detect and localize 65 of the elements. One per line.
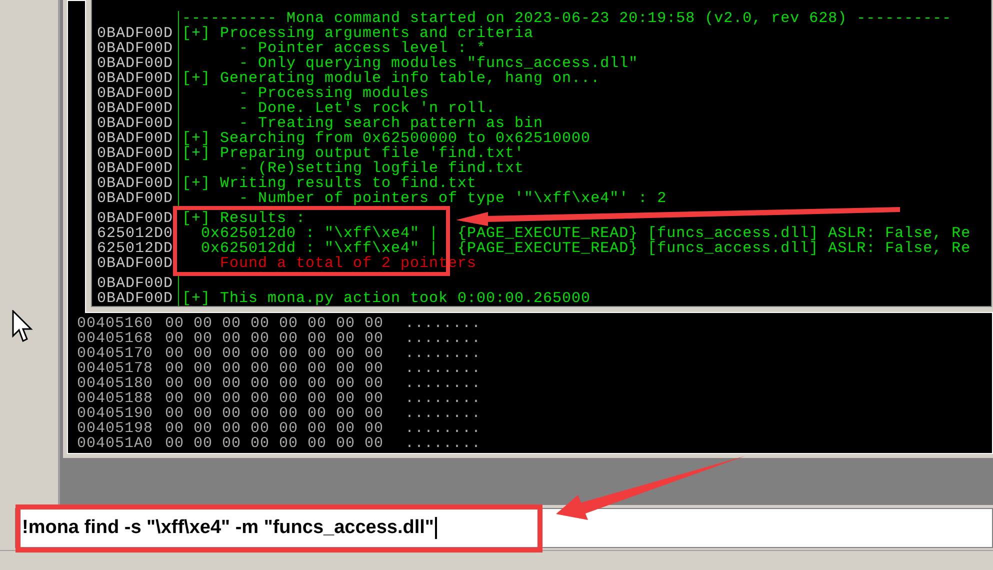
- log-address: 0BADF00D: [91, 291, 179, 306]
- log-address: 0BADF00D: [91, 176, 179, 191]
- log-message: ---------- Mona command started on 2023-06-23 20:19:58 (v2.0, rev 628) ----------: [181, 11, 952, 26]
- log-message: [+] Results :: [181, 211, 306, 226]
- log-message: - Treating search pattern as bin: [239, 116, 544, 131]
- dump-address: 00405188: [77, 391, 154, 406]
- dump-hex-bytes: 00 00 00 00 00 00 00 00: [165, 391, 385, 406]
- dump-address: 00405168: [77, 331, 154, 346]
- log-address: 0BADF00D: [91, 26, 179, 41]
- command-field[interactable]: !mona find -s "\xff\xe4" -m "funcs_access.dll": [15, 508, 993, 548]
- dump-ascii: ........: [405, 406, 482, 421]
- log-address: 0BADF00D: [91, 101, 179, 116]
- log-message: [+] Generating module info table, hang on...: [181, 71, 600, 86]
- dump-ascii: ........: [405, 436, 482, 451]
- log-address: 0BADF00D: [91, 71, 179, 86]
- dump-address: 00405180: [77, 376, 154, 391]
- log-message: [+] Searching from 0x62500000 to 0x62510000: [181, 131, 591, 146]
- log-message: - Pointer access level : *: [239, 41, 486, 56]
- log-address: 0BADF00D: [91, 131, 179, 146]
- log-message: [+] Processing arguments and criteria: [181, 26, 534, 41]
- dump-ascii: ........: [405, 421, 482, 436]
- log-address: 0BADF00D: [91, 276, 179, 291]
- log-message: [+] This mona.py action took 0:00:00.265000: [181, 291, 591, 306]
- dump-address: 00405178: [77, 361, 154, 376]
- log-address: 0BADF00D: [91, 146, 179, 161]
- dump-ascii: ........: [405, 346, 482, 361]
- log-address: 0BADF00D: [96, 211, 174, 226]
- log-message: - Number of pointers of type '"\xff\xe4"' : 2: [239, 191, 667, 206]
- log-message: 0x625012d0 : "\xff\xe4" | {PAGE_EXECUTE_READ} [funcs_access.dll] ASLR: False, Re: [201, 226, 971, 241]
- dump-hex-bytes: 00 00 00 00 00 00 00 00: [165, 421, 385, 436]
- log-address: 0BADF00D: [91, 41, 179, 56]
- dump-hex-bytes: 00 00 00 00 00 00 00 00: [165, 346, 385, 361]
- dump-hex-bytes: 00 00 00 00 00 00 00 00: [165, 316, 385, 331]
- dump-address: 00405190: [77, 406, 154, 421]
- dump-address: 00405170: [77, 346, 154, 361]
- log-message: 0x625012dd : "\xff\xe4" | {PAGE_EXECUTE_READ} [funcs_access.dll] ASLR: False, Re: [200, 241, 971, 256]
- dump-hex-bytes: 00 00 00 00 00 00 00 00: [165, 436, 385, 451]
- log-address: 0BADF00D: [96, 256, 174, 271]
- dump-ascii: ........: [405, 316, 482, 331]
- log-message: [+] Writing results to find.txt: [181, 176, 477, 191]
- dump-ascii: ........: [405, 376, 482, 391]
- dump-ascii: ........: [405, 361, 482, 376]
- dump-hex-bytes: 00 00 00 00 00 00 00 00: [165, 361, 385, 376]
- log-address: 0BADF00D: [91, 56, 179, 71]
- log-address: 0BADF00D: [91, 161, 179, 176]
- log-address: 0BADF00D: [91, 191, 179, 206]
- mouse-pointer-icon: [12, 310, 34, 344]
- log-address: 0BADF00D: [91, 86, 179, 101]
- dump-ascii: ........: [405, 391, 482, 406]
- log-message: - Only querying modules "funcs_access.dll": [239, 56, 638, 71]
- log-message: [+] Preparing output file 'find.txt': [181, 146, 524, 161]
- log-message: - (Re)setting logfile find.txt: [239, 161, 524, 176]
- dump-address: 004051A0: [77, 436, 154, 451]
- log-message: - Done. Let's rock 'n roll.: [238, 101, 496, 116]
- dump-address: 00405160: [77, 316, 154, 331]
- log-address: 0BADF00D: [91, 116, 179, 131]
- dump-hex-bytes: 00 00 00 00 00 00 00 00: [165, 376, 385, 391]
- dump-hex-bytes: 00 00 00 00 00 00 00 00: [165, 406, 385, 421]
- log-message: - Processing modules: [239, 86, 430, 101]
- dump-ascii: ........: [405, 331, 482, 346]
- dump-hex-bytes: 00 00 00 00 00 00 00 00: [165, 331, 385, 346]
- log-address: 625012DD: [96, 241, 174, 256]
- log-address: 625012D0: [96, 226, 174, 241]
- text-cursor-icon: [434, 517, 437, 539]
- dump-address: 00405198: [77, 421, 154, 436]
